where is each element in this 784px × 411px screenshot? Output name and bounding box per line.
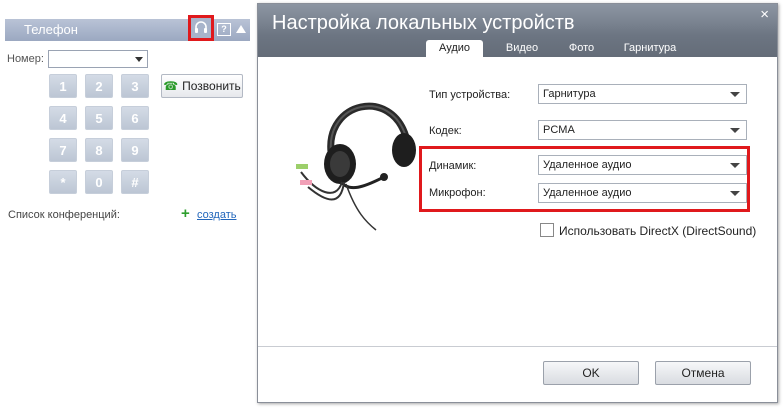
dialog-title: Настройка локальных устройств [272,12,575,34]
phone-header: Телефон ? [5,15,250,41]
footer-divider [258,346,777,347]
local-devices-dialog: Настройка локальных устройств × Аудио Ви… [257,3,778,403]
tab-photo[interactable]: Фото [554,40,609,57]
chevron-down-icon [730,163,740,168]
create-conference-link[interactable]: создать [197,209,236,221]
chevron-down-icon [730,128,740,133]
key-1[interactable]: 1 [49,74,77,98]
key-hash[interactable]: # [121,170,149,194]
codec-label: Кодек: [429,125,462,137]
ok-button-label: OK [582,366,600,380]
headset-settings-button[interactable] [188,15,214,41]
speaker-label: Динамик: [429,160,477,172]
key-2[interactable]: 2 [85,74,113,98]
codec-select[interactable]: PCMA [538,120,747,140]
device-type-label: Тип устройства: [429,89,511,101]
speaker-select[interactable]: Удаленное аудио [538,155,747,175]
directx-checkbox[interactable] [540,223,554,237]
key-7[interactable]: 7 [49,138,77,162]
call-button[interactable]: ☎ Позвонить [161,74,243,98]
key-6[interactable]: 6 [121,106,149,130]
key-3[interactable]: 3 [121,74,149,98]
phone-panel: Телефон ? Номер: 1 2 3 4 5 6 7 8 9 * 0 #… [0,0,251,411]
chevron-down-icon [730,92,740,97]
tab-video[interactable]: Видео [492,40,552,57]
headset-image [296,102,416,231]
call-button-label: Позвонить [182,79,241,93]
number-label: Номер: [7,53,44,65]
plus-icon[interactable]: + [181,206,190,221]
close-icon[interactable]: × [760,6,769,23]
microphone-label: Микрофон: [429,187,486,199]
number-select[interactable] [48,50,148,68]
cancel-button-label: Отмена [681,366,725,380]
microphone-value: Удаленное аудио [543,187,632,199]
phone-title: Телефон [24,22,78,37]
key-9[interactable]: 9 [121,138,149,162]
ok-button[interactable]: OK [543,361,639,385]
codec-value: PCMA [543,124,575,136]
phone-icon: ☎ [163,79,179,93]
device-type-value: Гарнитура [543,88,596,100]
tab-audio[interactable]: Аудио [426,40,483,57]
microphone-select[interactable]: Удаленное аудио [538,183,747,203]
cancel-button[interactable]: Отмена [655,361,751,385]
device-type-select[interactable]: Гарнитура [538,84,747,104]
help-icon[interactable]: ? [217,23,231,36]
collapse-icon[interactable] [236,25,246,33]
key-0[interactable]: 0 [85,170,113,194]
key-8[interactable]: 8 [85,138,113,162]
key-star[interactable]: * [49,170,77,194]
chevron-down-icon [730,191,740,196]
directx-label[interactable]: Использовать DirectX (DirectSound) [559,224,756,238]
dialog-titlebar: Настройка локальных устройств × Аудио Ви… [258,4,777,57]
tab-headset[interactable]: Гарнитура [614,40,686,57]
chevron-down-icon [135,57,143,62]
speaker-value: Удаленное аудио [543,159,632,171]
conference-list-label: Список конференций: [8,209,120,221]
key-5[interactable]: 5 [85,106,113,130]
headset-icon [195,21,207,33]
key-4[interactable]: 4 [49,106,77,130]
